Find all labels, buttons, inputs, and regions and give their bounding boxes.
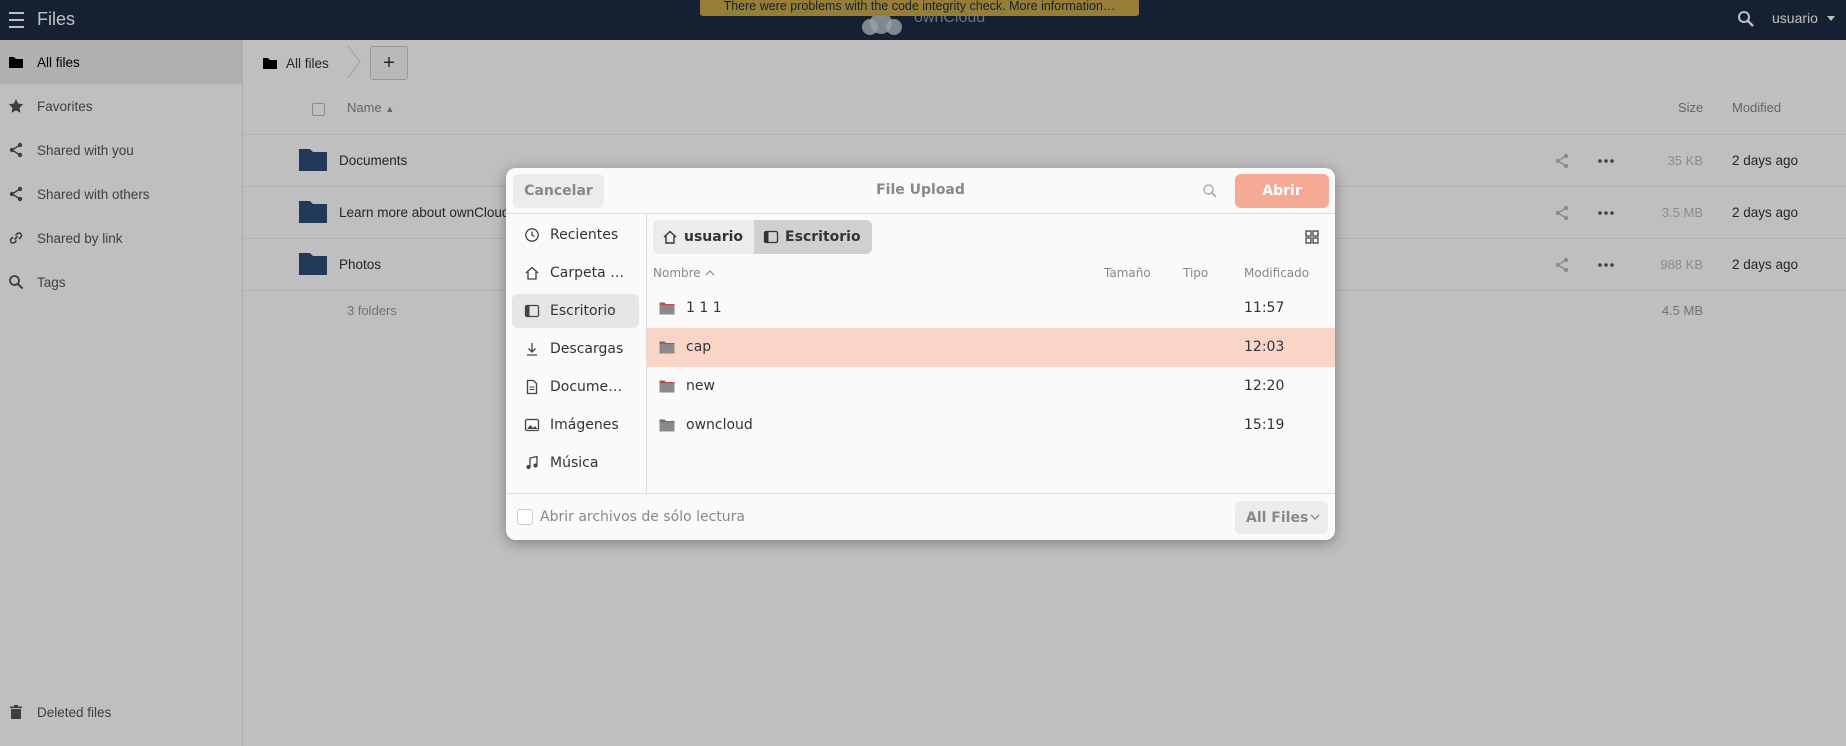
dialog-footer: Abrir archivos de sólo lectura All Files [506, 493, 1335, 540]
file-type-filter[interactable]: All Files [1235, 501, 1328, 534]
dialog-header: Cancelar File Upload Abrir [506, 168, 1335, 214]
path-label: Escritorio [785, 229, 861, 245]
place-documentos[interactable]: Docume… [512, 370, 639, 404]
folder-icon [659, 302, 675, 315]
file-name: cap [686, 339, 712, 355]
file-row-selected[interactable]: cap 12:03 [647, 328, 1335, 367]
file-upload-dialog: Cancelar File Upload Abrir Recientes Car… [506, 168, 1335, 540]
place-label: Recientes [550, 227, 619, 243]
place-label: Imágenes [550, 417, 619, 433]
place-carpeta-personal[interactable]: Carpeta … [512, 256, 639, 290]
image-icon [524, 418, 540, 432]
readonly-checkbox[interactable] [517, 509, 533, 525]
desktop-icon [524, 304, 540, 318]
file-row[interactable]: new 12:20 [647, 367, 1335, 406]
open-button[interactable]: Abrir [1235, 174, 1329, 208]
grid-view-icon[interactable] [1305, 230, 1319, 244]
cancel-button[interactable]: Cancelar [513, 174, 604, 208]
chevron-down-icon [1310, 514, 1320, 520]
download-icon [527, 343, 537, 356]
folder-icon [659, 380, 675, 393]
filter-value: All Files [1246, 509, 1309, 526]
clock-icon [525, 228, 539, 242]
file-name: new [686, 378, 715, 394]
place-imagenes[interactable]: Imágenes [512, 408, 639, 442]
place-escritorio[interactable]: Escritorio [512, 294, 639, 328]
folder-icon [659, 341, 675, 354]
places-sidebar: Recientes Carpeta … Escritorio Descargas… [506, 214, 647, 493]
home-icon [663, 230, 677, 244]
path-bar: usuario Escritorio [653, 220, 872, 254]
column-header-nombre[interactable]: Nombre [653, 266, 701, 280]
file-modified: 15:19 [1244, 417, 1285, 433]
column-header-tipo[interactable]: Tipo [1183, 266, 1208, 280]
place-label: Música [550, 455, 599, 471]
file-modified: 12:03 [1244, 339, 1285, 355]
place-label: Docume… [550, 379, 623, 395]
document-icon [526, 379, 538, 395]
music-icon [526, 455, 538, 469]
folder-icon [659, 419, 675, 432]
file-modified: 12:20 [1244, 378, 1285, 394]
desktop-icon [763, 230, 779, 244]
path-label: usuario [684, 229, 744, 245]
file-row[interactable]: 1 1 1 11:57 [647, 289, 1335, 328]
file-name: 1 1 1 [686, 300, 722, 316]
column-header-modificado[interactable]: Modificado [1244, 266, 1309, 280]
column-header-tamano[interactable]: Tamaño [1104, 266, 1151, 280]
place-descargas[interactable]: Descargas [512, 332, 639, 366]
place-label: Carpeta … [550, 265, 625, 281]
place-label: Descargas [550, 341, 624, 357]
readonly-label[interactable]: Abrir archivos de sólo lectura [540, 509, 745, 525]
home-icon [525, 266, 539, 280]
file-name: owncloud [686, 417, 753, 433]
search-icon[interactable] [1202, 183, 1218, 199]
file-row[interactable]: owncloud 15:19 [647, 406, 1335, 445]
place-musica[interactable]: Música [512, 446, 639, 480]
place-recientes[interactable]: Recientes [512, 218, 639, 252]
path-button-escritorio[interactable]: Escritorio [754, 220, 872, 254]
file-modified: 11:57 [1244, 300, 1285, 316]
path-button-usuario[interactable]: usuario [653, 220, 755, 254]
sort-asc-icon [705, 270, 715, 276]
place-label: Escritorio [550, 303, 616, 319]
